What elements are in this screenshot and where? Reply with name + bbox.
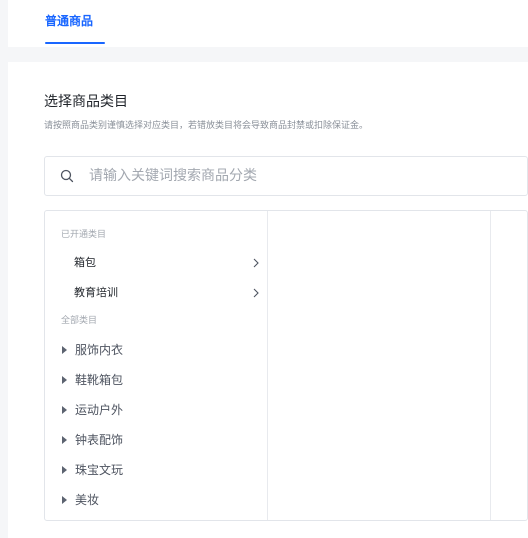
category-item[interactable]: 珠宝文玩	[61, 456, 266, 486]
section-title: 选择商品类目	[44, 94, 128, 110]
caret-right-icon	[62, 496, 67, 504]
column-divider	[267, 211, 268, 520]
active-tab-indicator	[45, 42, 105, 44]
section-hint: 请按照商品类别谨慎选择对应类目，若错放类目将会导致商品封禁或扣除保证金。	[44, 121, 369, 131]
category-item[interactable]: 美妆	[61, 486, 266, 516]
chevron-right-icon	[253, 258, 259, 268]
category-item[interactable]: 运动户外	[61, 396, 266, 426]
category-label: 服饰内衣	[75, 343, 124, 357]
category-label: 教育培训	[74, 286, 118, 299]
category-label: 鞋靴箱包	[75, 373, 124, 387]
caret-right-icon	[62, 406, 67, 414]
all-categories-label: 全部类目	[61, 316, 98, 326]
column-divider	[490, 211, 491, 520]
opened-category-item[interactable]: 箱包	[61, 248, 266, 278]
category-label: 美妆	[75, 493, 100, 507]
tab-normal-goods[interactable]: 普通商品	[45, 14, 93, 28]
search-box[interactable]	[44, 156, 528, 196]
category-label: 钟表配饰	[75, 433, 124, 447]
category-item[interactable]: 服饰内衣	[61, 336, 266, 366]
category-label: 运动户外	[75, 403, 124, 417]
caret-right-icon	[62, 346, 67, 354]
search-input[interactable]	[89, 165, 509, 187]
category-item[interactable]: 鞋靴箱包	[61, 366, 266, 396]
opened-category-item[interactable]: 教育培训	[61, 278, 266, 308]
category-panel: 选择商品类目 请按照商品类别谨慎选择对应类目，若错放类目将会导致商品封禁或扣除保…	[8, 62, 528, 538]
tab-bar: 普通商品	[8, 0, 528, 47]
search-icon	[60, 169, 74, 183]
category-label: 箱包	[74, 256, 96, 269]
category-selector: 已开通类目 箱包 教育培训 全部类目 服饰内衣 鞋靴箱包 运动户外 钟表配饰 珠…	[44, 210, 528, 521]
chevron-right-icon	[253, 288, 259, 298]
category-label: 珠宝文玩	[75, 463, 124, 477]
category-item[interactable]: 钟表配饰	[61, 426, 266, 456]
caret-right-icon	[62, 436, 67, 444]
caret-right-icon	[62, 466, 67, 474]
caret-right-icon	[62, 376, 67, 384]
opened-categories-label: 已开通类目	[61, 230, 107, 240]
